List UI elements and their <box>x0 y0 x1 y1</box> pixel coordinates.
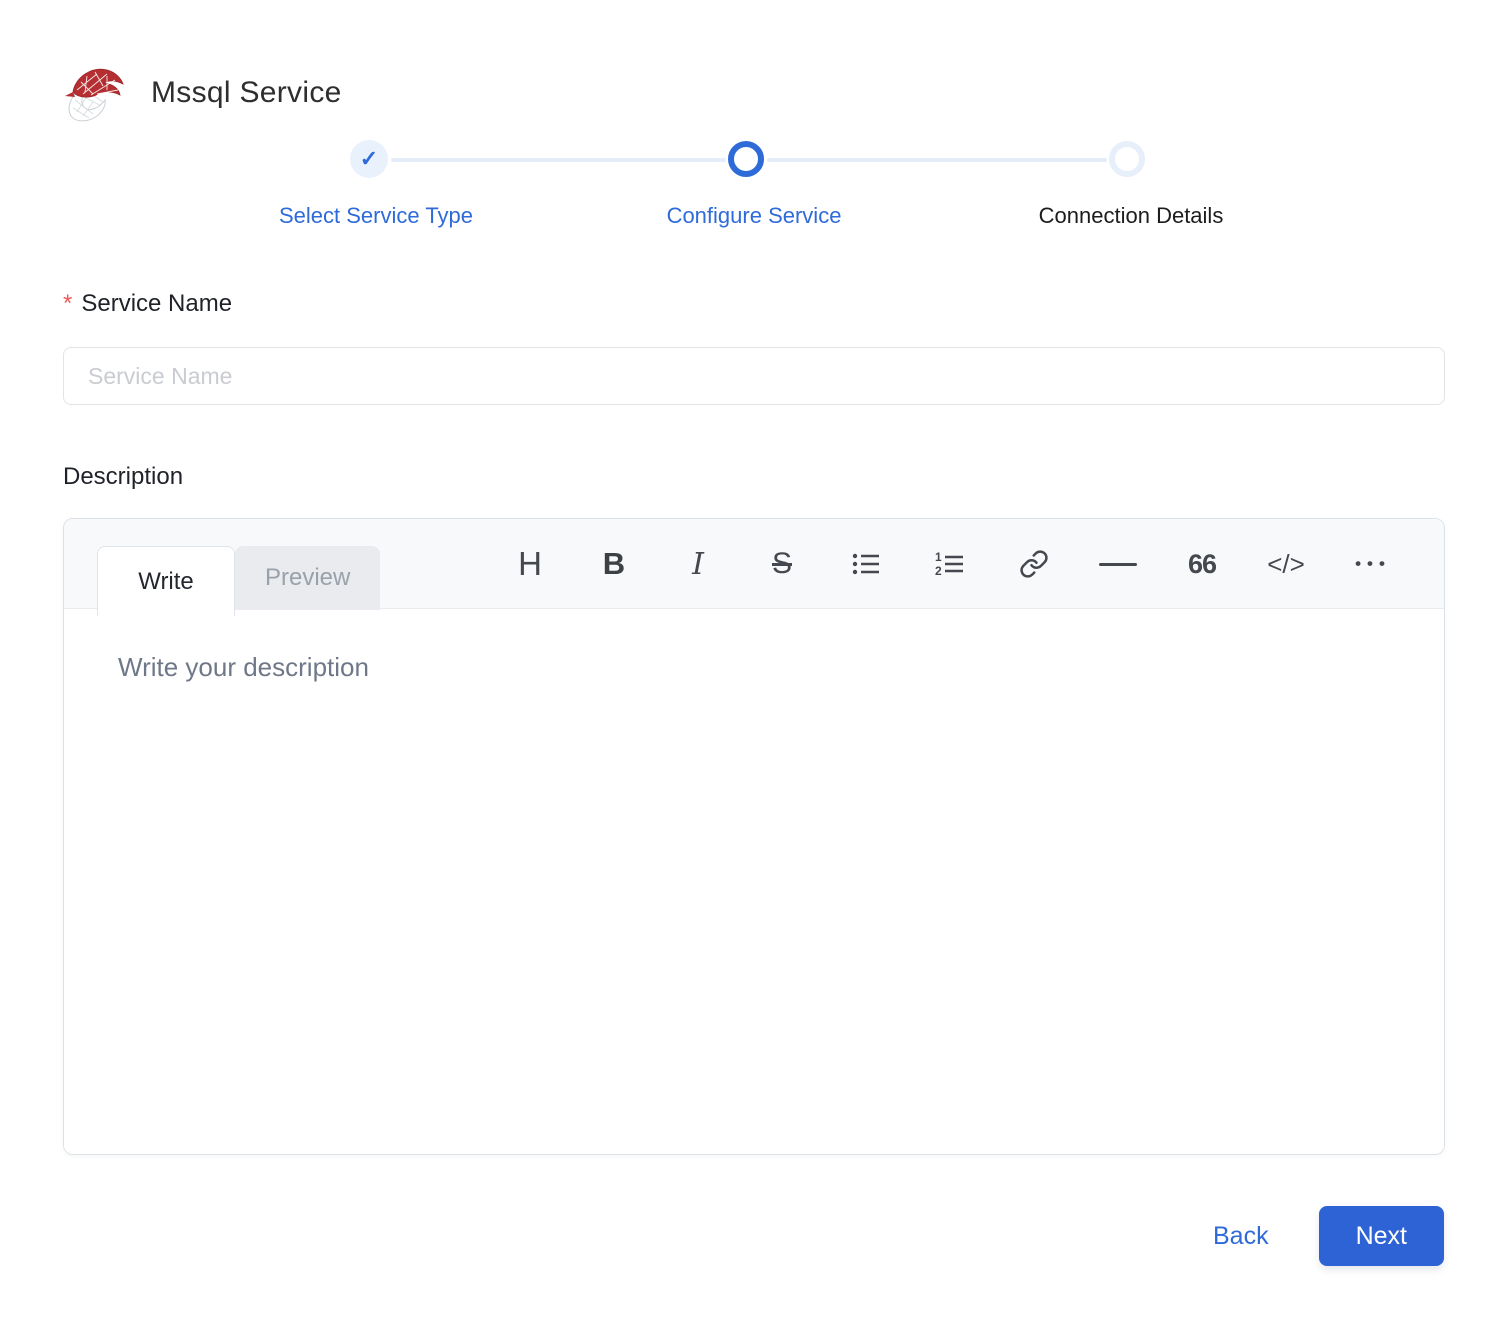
heading-icon: H <box>518 545 542 582</box>
editor-body <box>64 610 1444 1154</box>
step-connector-1 <box>391 158 726 162</box>
strikethrough-icon: S <box>771 547 792 580</box>
step-label-select-service-type[interactable]: Select Service Type <box>279 203 473 229</box>
strikethrough-button[interactable]: S <box>740 519 824 609</box>
link-button[interactable] <box>992 519 1076 609</box>
heading-button[interactable]: H <box>488 519 572 609</box>
mssql-server-logo-icon <box>65 68 124 122</box>
service-name-input[interactable] <box>63 347 1445 405</box>
description-label: Description <box>63 463 183 491</box>
step-2-indicator-active[interactable] <box>728 141 764 177</box>
unordered-list-button[interactable] <box>824 519 908 609</box>
ordered-list-icon: 1 2 <box>935 550 963 578</box>
check-icon: ✓ <box>359 146 379 171</box>
description-label-text: Description <box>63 463 184 490</box>
editor-tabs: Write Preview <box>97 546 381 616</box>
quote-icon: 66 <box>1187 548 1217 579</box>
service-name-label-text: Service Name <box>81 290 233 317</box>
bold-icon: B <box>602 546 626 581</box>
italic-icon: I <box>692 546 704 582</box>
step-3-indicator-pending[interactable] <box>1109 141 1145 177</box>
wizard-actions: Back Next <box>1213 1206 1444 1266</box>
mssql-service-wizard: Mssql Service ✓ Select Service Type Conf… <box>0 0 1508 1330</box>
editor-toolbar: Write Preview H B I S 1 2 66 </> ••• <box>64 519 1444 616</box>
formatting-toolbar: H B I S 1 2 66 </> ••• <box>488 519 1412 609</box>
service-name-label: * Service Name <box>63 290 232 318</box>
step-label-configure-service[interactable]: Configure Service <box>667 203 842 229</box>
italic-button[interactable]: I <box>656 519 740 609</box>
quote-button[interactable]: 66 <box>1160 519 1244 609</box>
description-editor: Write Preview H B I S 1 2 66 </> ••• Wri… <box>63 518 1445 1155</box>
unordered-list-icon <box>852 553 879 575</box>
back-button[interactable]: Back <box>1213 1222 1269 1251</box>
header: Mssql Service <box>63 62 342 124</box>
tab-write[interactable]: Write <box>97 546 235 616</box>
link-icon <box>1020 550 1048 578</box>
horizontal-rule-button[interactable] <box>1076 519 1160 609</box>
page-title: Mssql Service <box>151 76 342 109</box>
svg-text:1: 1 <box>935 550 942 564</box>
step-1-indicator-completed[interactable]: ✓ <box>350 140 388 178</box>
next-button[interactable]: Next <box>1318 1206 1444 1266</box>
code-button[interactable]: </> <box>1244 519 1328 609</box>
required-asterisk: * <box>63 290 73 317</box>
horizontal-rule-icon <box>1099 562 1137 566</box>
code-icon: </> <box>1267 548 1305 579</box>
tab-preview[interactable]: Preview <box>235 546 381 610</box>
step-label-connection-details: Connection Details <box>1038 203 1224 228</box>
ordered-list-button[interactable]: 1 2 <box>908 519 992 609</box>
more-options-button[interactable]: ••• <box>1328 519 1412 609</box>
description-textarea[interactable] <box>64 610 1444 1154</box>
more-icon: ••• <box>1355 554 1391 573</box>
svg-text:2: 2 <box>935 564 942 578</box>
bold-button[interactable]: B <box>572 519 656 609</box>
step-connector-2 <box>767 158 1107 162</box>
